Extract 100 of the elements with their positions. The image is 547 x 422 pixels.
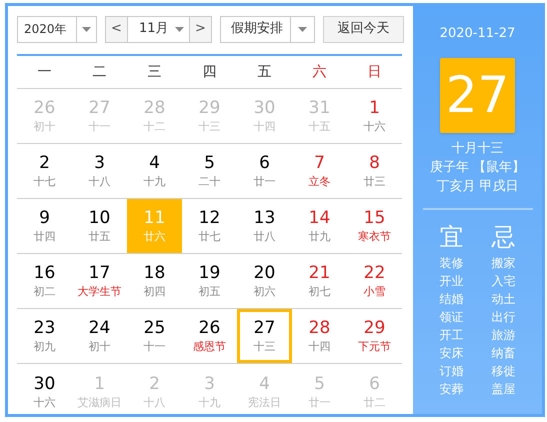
lunar-label: 十一 — [144, 339, 166, 355]
weekday-header: 五 — [256, 62, 272, 82]
day-cell[interactable]: 3 十八 — [72, 144, 127, 198]
day-cell[interactable]: 18 初四 — [127, 254, 182, 308]
day-cell[interactable]: 14 廿九 — [292, 199, 347, 253]
lunar-label: 初二 — [34, 284, 56, 300]
day-cell[interactable]: 1 十六 — [347, 89, 402, 143]
day-number: 9 — [39, 207, 50, 229]
return-today-button[interactable]: 返回今天 — [323, 16, 404, 42]
ganzhi-month-day: 丁亥月 甲戌日 — [436, 176, 519, 196]
day-cell[interactable]: 21 初七 — [292, 254, 347, 308]
day-cell[interactable]: 12 廿七 — [182, 199, 237, 253]
day-number: 14 — [308, 207, 330, 229]
avoid-activity: 纳畜 — [492, 344, 516, 362]
day-cell[interactable]: 16 初二 — [17, 254, 72, 308]
day-number-badge: 27 — [440, 58, 515, 132]
day-number: 29 — [198, 97, 220, 119]
avoid-activity: 搬家 — [492, 254, 516, 272]
suitable-activity: 结婚 — [440, 290, 464, 308]
day-number: 10 — [88, 207, 110, 229]
lunar-label: 廿九 — [308, 229, 330, 245]
lunar-label: 十五 — [308, 119, 330, 135]
day-cell[interactable]: 2 十七 — [17, 144, 72, 198]
holiday-select[interactable]: 假期安排 — [220, 16, 315, 42]
day-cell[interactable]: 30 十六 — [17, 364, 72, 418]
suitable-activity: 安床 — [440, 344, 464, 362]
day-number: 27 — [254, 317, 276, 339]
day-number: 31 — [308, 97, 330, 119]
day-number: 20 — [254, 262, 276, 284]
lunar-label: 廿一 — [254, 174, 276, 190]
lunar-label: 大学生节 — [78, 284, 122, 300]
day-number: 1 — [94, 372, 105, 394]
caret-icon — [82, 26, 91, 32]
day-cell[interactable]: 29 下元节 — [347, 309, 402, 363]
day-cell[interactable]: 13 廿八 — [237, 199, 292, 253]
lunar-label: 二十 — [198, 174, 220, 190]
lunar-label: 十七 — [34, 174, 56, 190]
day-number: 30 — [254, 97, 276, 119]
avoid-heading: 忌 — [492, 222, 516, 252]
lunar-label: 初四 — [144, 284, 166, 300]
lunar-label: 宪法日 — [248, 394, 281, 410]
day-cell[interactable]: 9 廿四 — [17, 199, 72, 253]
lunar-label: 十六 — [364, 119, 386, 135]
lunar-label: 廿四 — [34, 229, 56, 245]
lunar-label: 廿八 — [254, 229, 276, 245]
lunar-label: 十九 — [198, 394, 220, 410]
day-cell[interactable]: 15 寒衣节 — [347, 199, 402, 253]
avoid-activity: 旅游 — [492, 326, 516, 344]
day-cell[interactable]: 7 立冬 — [292, 144, 347, 198]
day-cell[interactable]: 26 感恩节 — [182, 309, 237, 363]
day-number: 23 — [34, 317, 56, 339]
avoid-activity: 出行 — [492, 308, 516, 326]
lunar-label: 立冬 — [308, 174, 330, 190]
day-number: 6 — [369, 372, 380, 394]
weekday-header: 四 — [202, 62, 218, 82]
year-select[interactable]: 2020年 — [17, 16, 97, 42]
lunar-label: 廿二 — [364, 394, 386, 410]
day-cell[interactable]: 10 廿五 — [72, 199, 127, 253]
day-number: 5 — [204, 152, 215, 174]
avoid-activity: 移徙 — [492, 362, 516, 380]
day-cell[interactable]: 4 十九 — [127, 144, 182, 198]
avoid-activity: 盖屋 — [492, 380, 516, 398]
caret-icon — [298, 26, 307, 32]
day-cell[interactable]: 25 十一 — [127, 309, 182, 363]
lunar-label: 感恩节 — [193, 339, 226, 355]
selected-date: 2020-11-27 — [440, 25, 516, 43]
day-number: 4 — [149, 152, 160, 174]
lunar-label: 初五 — [198, 284, 220, 300]
lunar-label: 初六 — [254, 284, 276, 300]
suitable-heading: 宜 — [440, 222, 464, 252]
day-number: 26 — [34, 97, 56, 119]
day-number: 27 — [88, 97, 110, 119]
day-number: 11 — [144, 207, 166, 229]
day-cell[interactable]: 23 初九 — [17, 309, 72, 363]
lunar-label: 廿一 — [308, 394, 330, 410]
suitable-activity: 开工 — [440, 326, 464, 344]
day-cell[interactable]: 6 廿一 — [237, 144, 292, 198]
day-number: 18 — [144, 262, 166, 284]
lunar-label: 十八 — [88, 174, 110, 190]
lunar-label: 廿六 — [144, 229, 166, 245]
lunar-label: 廿三 — [364, 174, 386, 190]
lunar-label: 寒衣节 — [358, 229, 391, 245]
lunar-label: 十三 — [198, 119, 220, 135]
day-cell[interactable]: 5 二十 — [182, 144, 237, 198]
day-cell[interactable]: 19 初五 — [182, 254, 237, 308]
lunar-label: 廿七 — [198, 229, 220, 245]
lunar-label: 初七 — [308, 284, 330, 300]
day-number: 2 — [39, 152, 50, 174]
day-number: 1 — [369, 97, 380, 119]
day-cell[interactable]: 22 小雪 — [347, 254, 402, 308]
day-cell[interactable]: 28 十四 — [292, 309, 347, 363]
lunar-label: 十二 — [144, 119, 166, 135]
day-cell[interactable]: 8 廿三 — [347, 144, 402, 198]
day-cell[interactable]: 27 十三 — [237, 309, 292, 363]
day-number: 13 — [254, 207, 276, 229]
day-number: 22 — [364, 262, 386, 284]
day-cell[interactable]: 24 初十 — [72, 309, 127, 363]
year-value: 2020年 — [23, 21, 68, 38]
day-cell[interactable]: 20 初六 — [237, 254, 292, 308]
day-cell[interactable]: 17 大学生节 — [72, 254, 127, 308]
